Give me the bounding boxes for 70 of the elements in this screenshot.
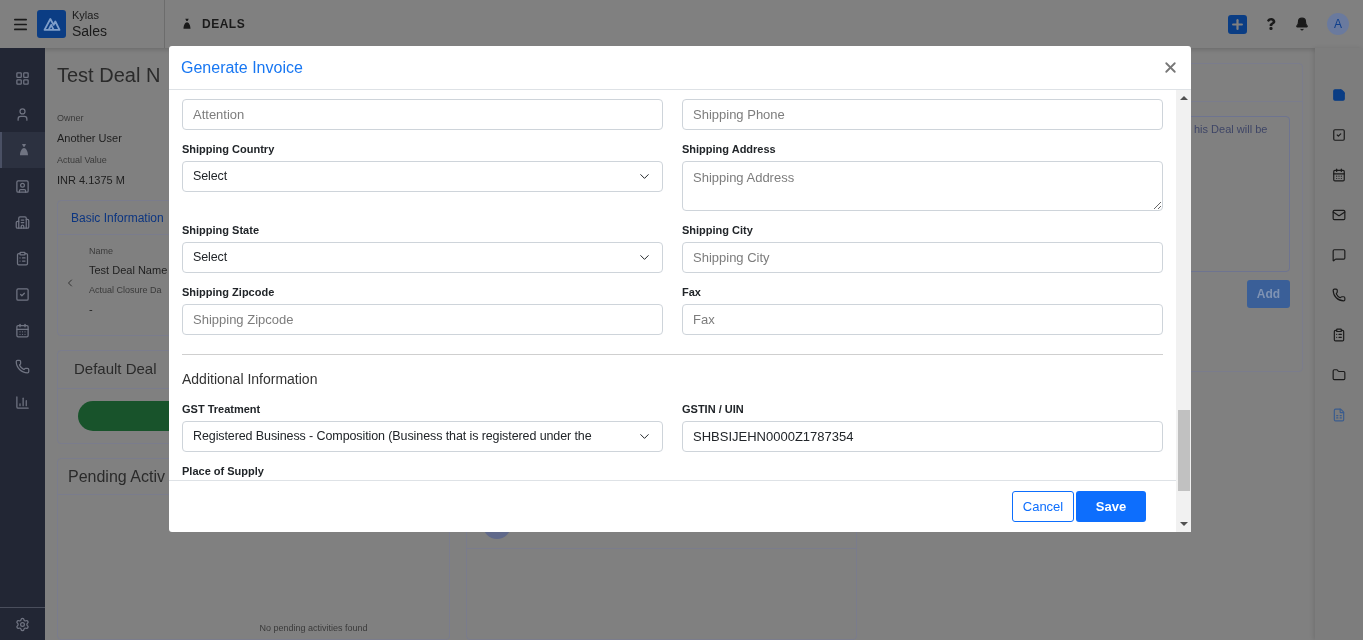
empty-message: No pending activities found [259,621,368,635]
dialog-title: Generate Invoice [181,57,303,78]
cancel-button[interactable]: Cancel [1012,491,1074,522]
info-label: Actual Closure Da [89,284,163,297]
close-icon[interactable] [1162,59,1179,76]
dashboard-icon [15,70,30,86]
field-label: Shipping Zipcode [182,286,275,299]
calendar-icon [1332,168,1346,182]
basic-information-tab[interactable]: Basic Information [71,208,164,227]
text-field[interactable]: Shipping Zipcode [182,304,663,335]
text-field[interactable]: Fax [682,304,1163,335]
section-heading: Additional Information [182,370,319,389]
contact-card-icon [15,178,30,194]
field-label: Shipping Country [182,143,275,156]
add-button[interactable] [1228,14,1247,34]
plus-icon [1230,16,1245,32]
clipboard-icon [15,250,30,266]
info-label: Name [89,245,114,258]
save-button[interactable]: Save [1076,491,1146,522]
value-label: Actual Value [57,154,107,167]
scrollbar[interactable] [1176,90,1191,532]
clipboard-icon [1332,328,1346,342]
notifications-icon[interactable] [1295,17,1309,31]
text-area[interactable]: Shipping Address [682,161,1163,211]
text-field[interactable]: Shipping City [682,242,1163,273]
field-label: Shipping State [182,224,259,237]
building-icon [15,214,30,230]
select-field[interactable]: Registered Business - Composition (Business that is registered under the [182,421,663,452]
field-label: Fax [682,286,701,299]
logo-icon [37,10,66,38]
calendar-icon [15,322,30,338]
owner-value: Another User [57,130,122,146]
select-field[interactable]: Select [182,242,663,273]
note-placeholder: his Deal will be [1194,122,1268,137]
help-icon[interactable] [1265,18,1277,30]
activities-title: Pending Activ [68,466,165,487]
deal-title: Test Deal N [57,63,161,88]
document-icon [1332,408,1346,422]
owner-label: Owner [57,112,84,125]
pipeline-title: Default Deal [74,359,157,380]
info-value: - [89,301,94,317]
phone-icon [1332,288,1346,302]
sidebar-item[interactable] [0,132,45,168]
field-label: Place of Supply [182,465,264,478]
field-label: Shipping City [682,224,753,237]
checkbox-icon [15,286,30,302]
chat-icon [1332,248,1346,262]
field-label: Shipping Address [682,143,776,156]
field-label: GSTIN / UIN [682,403,744,416]
text-field[interactable]: SHBSIJEHN0000Z1787354 [682,421,1163,452]
settings-icon[interactable] [15,616,30,632]
value-amount: INR 4.1375 M [57,172,125,188]
phone-icon [15,358,30,374]
checkbox-icon [1332,128,1346,142]
app-product: Sales [72,24,108,38]
select-field[interactable]: Select [182,161,663,192]
scroll-up-icon[interactable] [1179,96,1188,100]
scroll-down-icon[interactable] [1179,522,1188,526]
info-value: Test Deal Name [89,262,168,278]
user-icon [15,106,30,122]
text-field[interactable]: Shipping Phone [682,99,1163,130]
field-label: GST Treatment [182,403,261,416]
text-field[interactable]: Attention [182,99,663,130]
app-name: Kylas [72,10,100,21]
folder-icon [1332,368,1346,382]
scrollbar-thumb[interactable] [1177,410,1190,491]
bar-chart-icon [15,394,30,410]
mail-icon [1332,208,1346,222]
section-title: DEALS [202,16,246,33]
sticky-note-icon [1332,88,1346,102]
